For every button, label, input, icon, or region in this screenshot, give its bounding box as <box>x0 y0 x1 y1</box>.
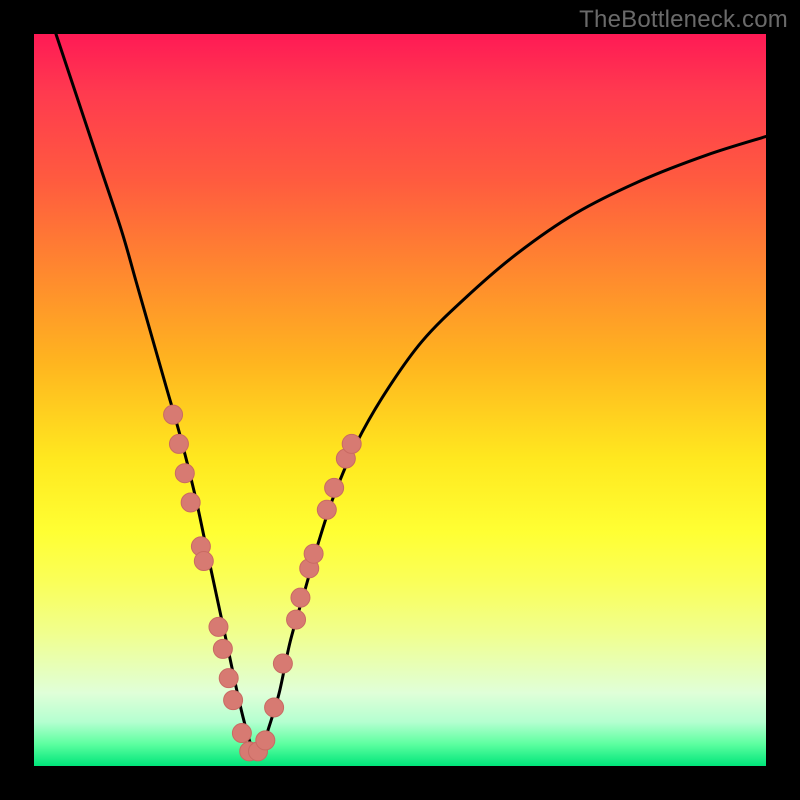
data-marker <box>273 654 292 673</box>
data-marker <box>224 691 243 710</box>
data-marker <box>219 669 238 688</box>
data-marker <box>169 434 188 453</box>
markers-group <box>164 405 362 761</box>
data-marker <box>291 588 310 607</box>
data-marker <box>164 405 183 424</box>
bottleneck-curve <box>56 34 766 754</box>
data-marker <box>213 639 232 658</box>
plot-area <box>34 34 766 766</box>
data-marker <box>317 500 336 519</box>
curve-svg <box>34 34 766 766</box>
watermark-text: TheBottleneck.com <box>579 6 788 34</box>
data-marker <box>304 544 323 563</box>
data-marker <box>194 552 213 571</box>
data-marker <box>209 617 228 636</box>
data-marker <box>287 610 306 629</box>
chart-frame: TheBottleneck.com <box>0 0 800 800</box>
data-marker <box>265 698 284 717</box>
data-marker <box>325 478 344 497</box>
data-marker <box>175 464 194 483</box>
data-marker <box>342 434 361 453</box>
data-marker <box>181 493 200 512</box>
data-marker <box>232 724 251 743</box>
data-marker <box>256 731 275 750</box>
